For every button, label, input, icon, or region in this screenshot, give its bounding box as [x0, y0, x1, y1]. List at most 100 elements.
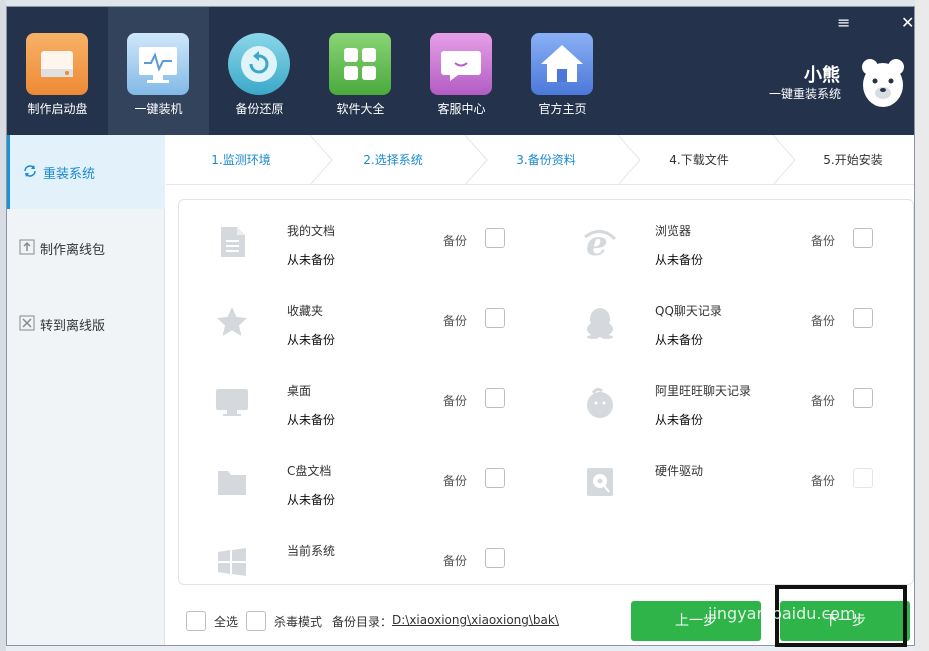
nav-make-boot-disk[interactable]: 制作启动盘 — [7, 7, 108, 135]
backup-item-current-system: 当前系统 备份 — [179, 528, 519, 598]
nav-backup-restore[interactable]: 备份还原 — [209, 7, 310, 135]
antivirus-mode-checkbox[interactable] — [246, 611, 266, 631]
windows-icon — [215, 545, 249, 579]
select-all-label: 全选 — [214, 615, 239, 629]
top-header: 制作启动盘 一键装机 备份还原 软件大全 客服中心 官方主页 ≡ ✕ 小熊 一键… — [7, 7, 914, 135]
item-status: 从未备份 — [287, 493, 336, 507]
item-name: 我的文档 — [287, 224, 336, 238]
item-status: 从未备份 — [655, 253, 704, 267]
apps-grid-icon — [329, 33, 391, 95]
bear-logo-icon — [858, 57, 908, 109]
item-name: 阿里旺旺聊天记录 — [655, 384, 752, 398]
nav-label: 备份还原 — [235, 102, 284, 116]
brand-title: 小熊 — [804, 65, 840, 86]
nav-label: 客服中心 — [437, 102, 486, 116]
wangwang-icon — [583, 385, 617, 419]
nav-label: 官方主页 — [538, 102, 587, 116]
step-4: 4.下载文件 — [669, 153, 729, 167]
nav-software[interactable]: 软件大全 — [310, 7, 411, 135]
chat-icon — [430, 33, 492, 95]
backup-item-aliwangwang: 阿里旺旺聊天记录 从未备份 备份 — [547, 368, 887, 438]
item-status: 从未备份 — [655, 333, 704, 347]
item-status: 从未备份 — [655, 413, 704, 427]
refresh-icon — [22, 163, 38, 179]
nav-label: 软件大全 — [336, 102, 385, 116]
item-name: 硬件驱动 — [655, 464, 704, 478]
backup-item-hardware-drivers: 硬件驱动 备份 — [547, 448, 887, 518]
backup-dir-link[interactable]: D:\xiaoxiong\xiaoxiong\bak\ — [392, 613, 559, 627]
select-all-checkbox[interactable] — [186, 611, 206, 631]
backup-dir-label: 备份目录： — [332, 615, 393, 629]
backup-checkbox[interactable] — [853, 308, 873, 328]
sidebar-item-offline-version[interactable]: 转到离线版 — [7, 287, 165, 361]
monitor-icon — [127, 33, 189, 95]
item-action-label: 备份 — [811, 314, 836, 328]
backup-items-panel: 我的文档 从未备份 备份 e 浏览器 从未备份 备份 收藏夹 从未备份 备份 Q… — [178, 199, 914, 585]
item-status: 从未备份 — [287, 333, 336, 347]
backup-item-c-drive-docs: C盘文档 从未备份 备份 — [179, 448, 519, 518]
item-name: QQ聊天记录 — [655, 304, 722, 318]
step-2: 2.选择系统 — [363, 153, 423, 167]
item-action-label: 备份 — [443, 474, 468, 488]
item-action-label: 备份 — [811, 234, 836, 248]
backup-checkbox[interactable] — [485, 228, 505, 248]
sidebar-item-label: 转到离线版 — [40, 319, 106, 334]
item-name: 浏览器 — [655, 224, 692, 238]
backup-item-browser: e 浏览器 从未备份 备份 — [547, 208, 887, 278]
antivirus-mode-label: 杀毒模式 — [274, 615, 323, 629]
nav-label: 一键装机 — [134, 102, 183, 116]
item-status: 从未备份 — [287, 413, 336, 427]
browser-ie-icon: e — [583, 224, 617, 264]
backup-item-my-documents: 我的文档 从未备份 备份 — [179, 208, 519, 278]
item-action-label: 备份 — [443, 394, 468, 408]
item-status: 从未备份 — [287, 253, 336, 267]
progress-steps: 1.监测环境 2.选择系统 3.备份资料 4.下载文件 5.开始安装 — [166, 135, 914, 185]
nav-official-home[interactable]: 官方主页 — [512, 7, 613, 135]
backup-checkbox[interactable] — [485, 388, 505, 408]
backup-checkbox[interactable] — [853, 388, 873, 408]
sidebar-item-label: 制作离线包 — [40, 243, 106, 258]
penguin-icon — [583, 305, 617, 339]
backup-checkbox[interactable] — [853, 468, 873, 488]
drive-icon — [26, 33, 88, 95]
step-3: 3.备份资料 — [516, 153, 576, 167]
upload-icon — [19, 239, 35, 255]
backup-item-favorites: 收藏夹 从未备份 备份 — [179, 288, 519, 358]
folder-icon — [215, 465, 249, 499]
document-icon — [215, 225, 249, 259]
item-name: 桌面 — [287, 384, 312, 398]
nav-label: 制作启动盘 — [27, 102, 88, 116]
close-button[interactable]: ✕ — [901, 13, 914, 32]
step-5: 5.开始安装 — [823, 153, 883, 167]
menu-button[interactable]: ≡ — [837, 13, 850, 32]
background-right-edge — [915, 0, 929, 651]
watermark-url: jingyan.baidu.com — [708, 604, 856, 623]
sidebar-item-offline-package[interactable]: 制作离线包 — [7, 211, 165, 285]
backup-checkbox[interactable] — [485, 468, 505, 488]
item-name: C盘文档 — [287, 464, 332, 478]
home-icon — [531, 33, 593, 95]
star-icon — [215, 305, 249, 339]
watermark-text: Bai du 经验 — [700, 553, 875, 586]
hardware-disk-icon — [583, 465, 617, 499]
item-name: 当前系统 — [287, 544, 336, 558]
backup-item-desktop: 桌面 从未备份 备份 — [179, 368, 519, 438]
nav-service-center[interactable]: 客服中心 — [411, 7, 512, 135]
backup-checkbox[interactable] — [485, 308, 505, 328]
backup-checkbox[interactable] — [485, 548, 505, 568]
sidebar-item-reinstall[interactable]: 重装系统 — [7, 135, 165, 209]
item-action-label: 备份 — [811, 474, 836, 488]
backup-item-qq-chat: QQ聊天记录 从未备份 备份 — [547, 288, 887, 358]
item-action-label: 备份 — [443, 234, 468, 248]
sidebar: 重装系统 制作离线包 转到离线版 — [7, 135, 165, 645]
item-action-label: 备份 — [443, 314, 468, 328]
desktop-icon — [215, 385, 249, 419]
backup-checkbox[interactable] — [853, 228, 873, 248]
brand-subtitle: 一键重装系统 — [769, 87, 842, 101]
item-action-label: 备份 — [443, 554, 468, 568]
item-action-label: 备份 — [811, 394, 836, 408]
sidebar-item-label: 重装系统 — [43, 167, 96, 182]
close-box-icon — [19, 315, 35, 331]
nav-one-click-install[interactable]: 一键装机 — [108, 7, 209, 135]
step-1: 1.监测环境 — [211, 153, 271, 167]
